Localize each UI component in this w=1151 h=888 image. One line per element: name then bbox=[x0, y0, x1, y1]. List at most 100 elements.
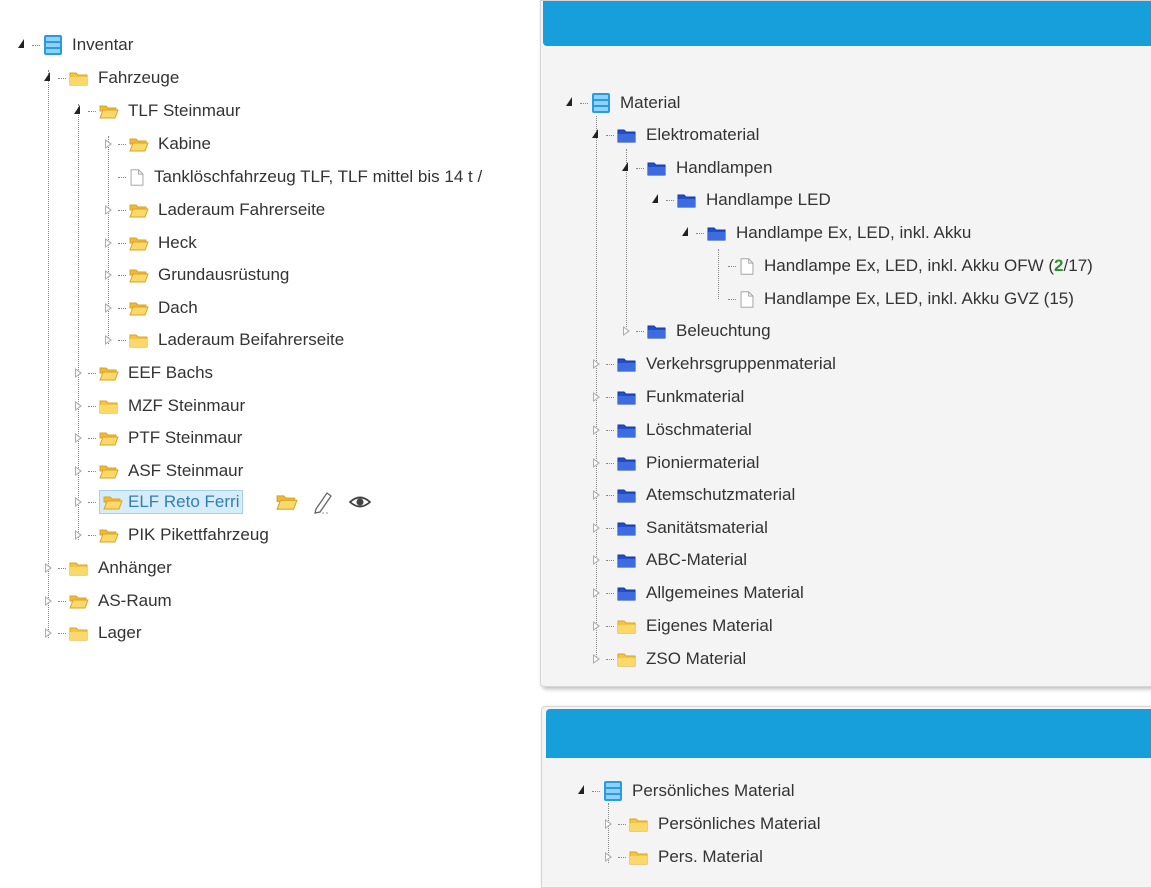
collapse-toggle-icon[interactable] bbox=[74, 398, 88, 414]
collapse-toggle-icon[interactable] bbox=[104, 136, 118, 152]
collapse-toggle-icon[interactable] bbox=[104, 332, 118, 348]
tree-node-handlampen[interactable]: Handlampen bbox=[622, 156, 775, 180]
collapse-toggle-icon[interactable] bbox=[622, 323, 636, 339]
tree-node-as-raum[interactable]: AS-Raum bbox=[44, 589, 175, 613]
folder-icon bbox=[129, 332, 149, 349]
collapse-toggle-icon[interactable] bbox=[44, 593, 58, 609]
tree-node-persoenliches-material[interactable]: Persönliches Material bbox=[604, 812, 824, 836]
expand-toggle-icon[interactable] bbox=[682, 225, 696, 241]
folder-open-icon bbox=[99, 527, 119, 544]
collapse-toggle-icon[interactable] bbox=[104, 300, 118, 316]
tree-node-mzf-steinmaur[interactable]: MZF Steinmaur bbox=[74, 394, 248, 418]
file-icon bbox=[739, 291, 755, 308]
collapse-toggle-icon[interactable] bbox=[104, 235, 118, 251]
tree-node-eef-bachs[interactable]: EEF Bachs bbox=[74, 361, 216, 385]
tree-node-elf-reto-ferri[interactable]: ELF Reto Ferri bbox=[74, 490, 244, 514]
tree-node-asf-steinmaur[interactable]: ASF Steinmaur bbox=[74, 459, 246, 483]
tree-node-anhaenger[interactable]: Anhänger bbox=[44, 556, 175, 580]
collapse-toggle-icon[interactable] bbox=[592, 552, 606, 568]
tree-node-category[interactable]: Allgemeines Material bbox=[592, 581, 807, 605]
folder-icon bbox=[617, 618, 637, 635]
tree-node-zso-material[interactable]: ZSO Material bbox=[592, 647, 749, 671]
node-label: Handlampe Ex, LED, inkl. Akku GVZ (15) bbox=[764, 289, 1074, 308]
tree-node-pik-pikettfahrzeug[interactable]: PIK Pikettfahrzeug bbox=[74, 523, 272, 547]
collapse-toggle-icon[interactable] bbox=[104, 202, 118, 218]
expand-toggle-icon[interactable] bbox=[44, 70, 58, 86]
tree-node-category[interactable]: Funkmaterial bbox=[592, 385, 747, 409]
tree-node-laderaum-fahrerseite[interactable]: Laderaum Fahrerseite bbox=[104, 198, 328, 222]
collapse-toggle-icon[interactable] bbox=[592, 422, 606, 438]
open-folder-icon[interactable] bbox=[276, 492, 298, 512]
collapse-toggle-icon[interactable] bbox=[592, 455, 606, 471]
tree-node-grundausruestung[interactable]: Grundausrüstung bbox=[104, 263, 292, 287]
tree-node-handlampe-led[interactable]: Handlampe LED bbox=[652, 188, 834, 212]
tree-node-kabine[interactable]: Kabine bbox=[104, 132, 214, 156]
collapse-toggle-icon[interactable] bbox=[44, 560, 58, 576]
tree-node-persoenliches-material-root[interactable]: Persönliches Material bbox=[578, 779, 798, 803]
node-label: ASF Steinmaur bbox=[128, 461, 244, 480]
folder-blue-icon bbox=[647, 160, 667, 177]
tree-node-handlampe-ofw[interactable]: Handlampe Ex, LED, inkl. Akku OFW (2/17) bbox=[714, 254, 1096, 278]
collapse-toggle-icon[interactable] bbox=[592, 651, 606, 667]
tree-node-dach[interactable]: Dach bbox=[104, 296, 201, 320]
tree-node-eigenes-material[interactable]: Eigenes Material bbox=[592, 614, 776, 638]
tree-node-category[interactable]: ABC-Material bbox=[592, 548, 750, 572]
expand-toggle-icon[interactable] bbox=[74, 103, 88, 119]
tree-node-handlampe-ex[interactable]: Handlampe Ex, LED, inkl. Akku bbox=[682, 221, 974, 245]
collapse-toggle-icon[interactable] bbox=[592, 389, 606, 405]
expand-toggle-icon[interactable] bbox=[592, 127, 606, 143]
tree-node-elektromaterial[interactable]: Elektromaterial bbox=[592, 123, 762, 147]
collapse-toggle-icon[interactable] bbox=[44, 625, 58, 641]
collapse-toggle-icon[interactable] bbox=[74, 463, 88, 479]
collapse-toggle-icon[interactable] bbox=[592, 520, 606, 536]
tree-node-fahrzeuge[interactable]: Fahrzeuge bbox=[44, 66, 182, 90]
tree-node-material[interactable]: Material bbox=[566, 91, 683, 115]
node-label: Sanitätsmaterial bbox=[646, 518, 768, 537]
tree-node-category[interactable]: Atemschutzmaterial bbox=[592, 483, 798, 507]
tree-node-handlampe-gvz[interactable]: Handlampe Ex, LED, inkl. Akku GVZ (15) bbox=[714, 287, 1077, 311]
eye-icon[interactable] bbox=[348, 492, 372, 512]
folder-open-icon bbox=[129, 202, 149, 219]
tree-node-beleuchtung[interactable]: Beleuchtung bbox=[622, 319, 774, 343]
tree-node-category[interactable]: Verkehrsgruppenmaterial bbox=[592, 352, 839, 376]
collapse-toggle-icon[interactable] bbox=[592, 356, 606, 372]
collapse-toggle-icon[interactable] bbox=[74, 365, 88, 381]
file-icon bbox=[129, 169, 145, 186]
node-label: MZF Steinmaur bbox=[128, 396, 246, 415]
folder-icon bbox=[629, 816, 649, 833]
tree-node-pers-material[interactable]: Pers. Material bbox=[604, 845, 766, 869]
collapse-toggle-icon[interactable] bbox=[604, 816, 618, 832]
collapse-toggle-icon[interactable] bbox=[104, 267, 118, 283]
expand-toggle-icon[interactable] bbox=[622, 160, 636, 176]
tree-node-inventar[interactable]: Inventar bbox=[18, 33, 136, 57]
tree-node-category[interactable]: Sanitätsmaterial bbox=[592, 516, 771, 540]
expand-toggle-icon[interactable] bbox=[566, 95, 580, 111]
tree-node-laderaum-beifahrerseite[interactable]: Laderaum Beifahrerseite bbox=[104, 328, 347, 352]
collapse-toggle-icon[interactable] bbox=[592, 618, 606, 634]
collapse-toggle-icon[interactable] bbox=[592, 585, 606, 601]
folder-blue-icon bbox=[647, 323, 667, 340]
folder-blue-icon bbox=[617, 127, 637, 144]
folder-blue-icon bbox=[617, 356, 637, 373]
node-label: Laderaum Fahrerseite bbox=[158, 200, 326, 219]
expand-toggle-icon[interactable] bbox=[652, 192, 666, 208]
node-label: Allgemeines Material bbox=[646, 583, 804, 602]
edit-pencil-icon[interactable] bbox=[312, 489, 334, 515]
collapse-toggle-icon[interactable] bbox=[74, 430, 88, 446]
tree-node-tankloeschfahrzeug[interactable]: Tanklöschfahrzeug TLF, TLF mittel bis 14… bbox=[104, 165, 485, 189]
tree-node-heck[interactable]: Heck bbox=[104, 231, 200, 255]
expand-toggle-icon[interactable] bbox=[578, 783, 592, 799]
collapse-toggle-icon[interactable] bbox=[74, 527, 88, 543]
tree-node-category[interactable]: Löschmaterial bbox=[592, 418, 755, 442]
folder-icon bbox=[69, 70, 89, 87]
collapse-toggle-icon[interactable] bbox=[604, 849, 618, 865]
collapse-toggle-icon[interactable] bbox=[592, 487, 606, 503]
tree-node-ptf-steinmaur[interactable]: PTF Steinmaur bbox=[74, 426, 245, 450]
selected-node[interactable]: ELF Reto Ferri bbox=[99, 490, 244, 514]
tree-node-lager[interactable]: Lager bbox=[44, 621, 144, 645]
tree-node-category[interactable]: Pioniermaterial bbox=[592, 451, 762, 475]
collapse-toggle-icon[interactable] bbox=[74, 494, 88, 510]
node-label: PTF Steinmaur bbox=[128, 428, 243, 447]
tree-node-tlf-steinmaur[interactable]: TLF Steinmaur bbox=[74, 99, 243, 123]
expand-toggle-icon[interactable] bbox=[18, 37, 32, 53]
